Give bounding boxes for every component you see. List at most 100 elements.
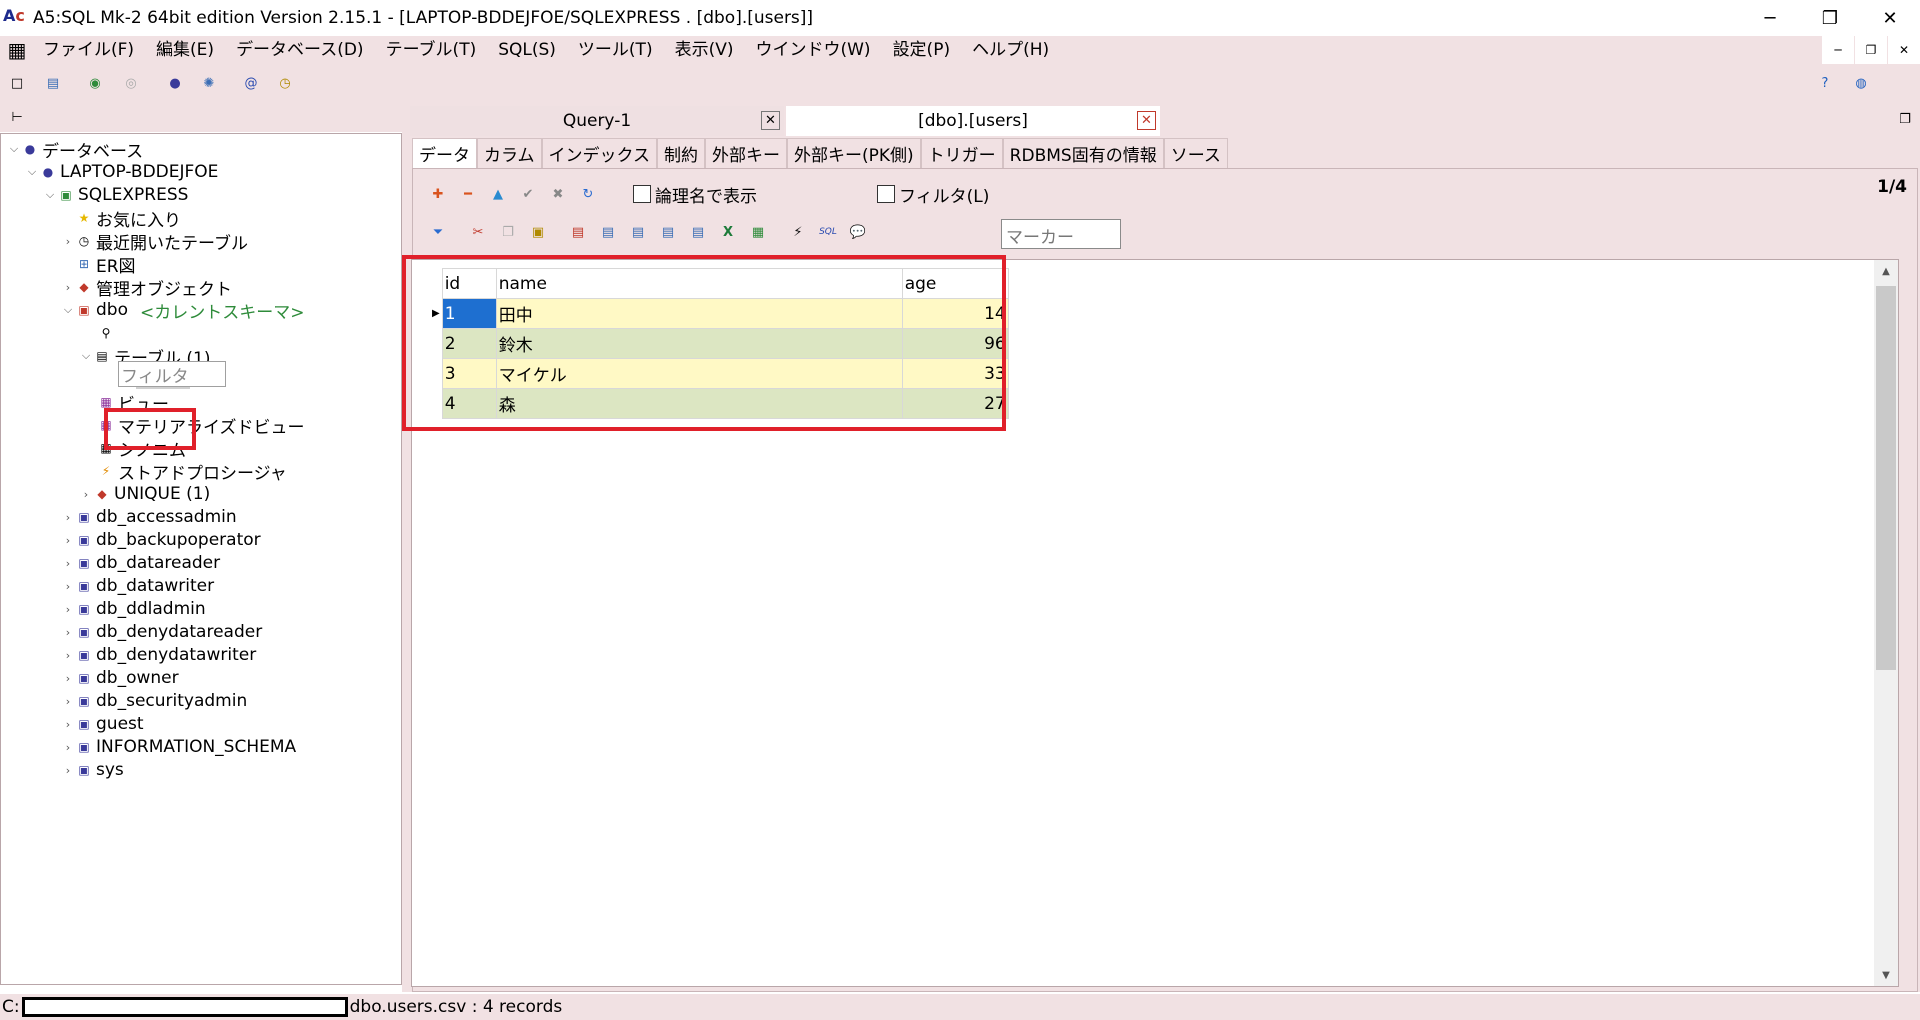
database-icon[interactable]: ● [166,74,184,92]
menu-database[interactable]: データベース(D) [225,36,375,64]
menu-sql[interactable]: SQL(S) [487,36,567,64]
title-bar: Ac A5:SQL Mk-2 64bit edition Version 2.1… [0,0,1920,36]
comment-icon[interactable]: 💬 [849,223,867,241]
help-icon[interactable]: ? [1816,74,1834,92]
maximize-button[interactable]: ❐ [1800,0,1860,36]
schema-icon: ▣ [78,671,90,685]
mdi-minimize-button[interactable]: ─ [1822,36,1854,64]
instance-icon: ▣ [60,188,72,202]
tree-node-schema[interactable]: › ▣ sys [61,757,124,783]
tab-triggers[interactable]: トリガー [920,138,1003,168]
scroll-up-icon[interactable]: ▲ [1874,260,1898,282]
refresh-icon[interactable]: ↻ [579,185,597,203]
menu-bar: ▦ ファイル(F) 編集(E) データベース(D) テーブル(T) SQL(S)… [0,36,1920,64]
mdi-close-button[interactable]: ✕ [1888,36,1920,64]
schema-icon: ▣ [78,625,90,639]
tab-indexes[interactable]: インデックス [541,138,657,168]
menu-settings[interactable]: 設定(P) [882,36,962,64]
menu-view[interactable]: 表示(V) [664,36,745,64]
export-xml-icon[interactable]: ▤ [659,223,677,241]
commit-icon[interactable]: ✔ [519,185,537,203]
menu-tools[interactable]: ツール(T) [567,36,664,64]
schema-icon: ▣ [78,763,90,777]
lightning-icon: ⚡ [101,464,111,478]
star-icon: ★ [78,211,90,225]
export-csv-icon[interactable]: ▤ [599,223,617,241]
page-indicator: 1/4 [1877,177,1907,197]
grid-vertical-scrollbar[interactable]: ▲ ▼ [1874,260,1898,986]
tab-foreign-keys[interactable]: 外部キー [705,138,787,168]
excel-icon[interactable]: X [719,223,737,241]
window-title: A5:SQL Mk-2 64bit edition Version 2.15.1… [33,8,814,28]
close-button[interactable]: ✕ [1860,0,1920,36]
tree-panel-header: ⊢ [0,102,410,132]
menu-file[interactable]: ファイル(F) [32,36,145,64]
schema-icon: ▣ [78,648,90,662]
mdi-restore-button[interactable]: ❐ [1855,36,1887,64]
close-tab-icon[interactable]: ✕ [1137,111,1156,130]
schema-icon: ▣ [78,694,90,708]
menu-help[interactable]: ヘルプ(H) [961,36,1060,64]
highlight-grid-box [402,255,1006,431]
minimize-button[interactable]: ─ [1740,0,1800,36]
paste-icon[interactable]: ▣ [529,223,547,241]
admin-objects-icon: ◆ [79,280,89,294]
globe-icon[interactable]: ◍ [1852,74,1870,92]
er-diagram-icon: ⊞ [78,257,90,271]
tab-source[interactable]: ソース [1163,138,1228,168]
tab-columns[interactable]: カラム [477,138,542,168]
menu-table[interactable]: テーブル(T) [375,36,488,64]
tab-foreign-keys-pk[interactable]: 外部キー(PK側) [787,138,921,168]
db-connect-icon[interactable]: ◉ [86,74,104,92]
filter-checkbox[interactable]: フィルタ(L) [877,183,989,207]
add-row-icon[interactable]: ✚ [429,185,447,203]
main-toolbar: □ ▤ ◉ ◎ ● ✺ @ ◷ ? ◍ [0,64,1920,102]
current-schema-label: <カレントスキーマ> [139,302,305,323]
logical-name-checkbox[interactable]: 論理名で表示 [633,183,757,207]
marker-input[interactable]: マーカー [1001,219,1121,249]
menu-edit[interactable]: 編集(E) [145,36,225,64]
tab-data[interactable]: データ [412,138,477,168]
scroll-thumb[interactable] [1876,286,1896,670]
panel-splitter[interactable] [402,102,410,992]
export-icon[interactable]: ▤ [569,223,587,241]
cut-icon[interactable]: ✂ [469,223,487,241]
grid-menu-icon[interactable]: ▦ [2,36,32,64]
status-text: dbo.users.csv : 4 records [349,997,563,1017]
filter-funnel-icon[interactable]: ⏷ [429,223,447,241]
db-disconnect-icon[interactable]: ◎ [122,74,140,92]
schema-icon: ▣ [78,717,90,731]
tab-dbo-users[interactable]: [dbo].[users] ✕ [786,106,1160,136]
close-tab-icon[interactable]: ✕ [761,111,780,130]
database-icon: ● [24,142,36,156]
settings-gear-icon[interactable]: ✺ [200,74,218,92]
redacted-path [21,997,348,1017]
window-list-icon[interactable]: ❐ [1896,110,1914,128]
export-json-icon[interactable]: ▤ [689,223,707,241]
tab-query-1[interactable]: Query-1 ✕ [410,106,784,136]
unique-icon: ◆ [97,487,107,501]
schema-icon: ▣ [78,556,90,570]
cancel-icon[interactable]: ✖ [549,185,567,203]
sql-icon[interactable]: SQL [819,223,837,241]
status-bar: C: dbo.users.csv : 4 records [0,994,1920,1020]
lightning-icon[interactable]: ⚡ [789,223,807,241]
html-icon[interactable]: ▦ [749,223,767,241]
export-tsv-icon[interactable]: ▤ [629,223,647,241]
tree-view-icon[interactable]: ⊢ [8,108,26,126]
schema-icon: ▣ [78,740,90,754]
delete-row-icon[interactable]: ━ [459,185,477,203]
scroll-down-icon[interactable]: ▼ [1874,964,1898,986]
open-file-icon[interactable]: ▤ [44,74,62,92]
highlight-users-box [104,408,196,450]
sub-tabs: データ カラム インデックス 制約 外部キー 外部キー(PK側) トリガー RD… [412,138,1228,168]
menu-window[interactable]: ウインドウ(W) [744,36,881,64]
move-up-icon[interactable]: ▲ [489,185,507,203]
clock-icon[interactable]: ◷ [276,74,294,92]
copy-icon[interactable]: ❐ [499,223,517,241]
tree-filter-input[interactable]: フィルタ [118,361,226,387]
new-file-icon[interactable]: □ [8,74,26,92]
at-sign-icon[interactable]: @ [242,74,260,92]
tab-constraints[interactable]: 制約 [657,138,705,168]
tab-rdbms-info[interactable]: RDBMS固有の情報 [1002,138,1164,168]
